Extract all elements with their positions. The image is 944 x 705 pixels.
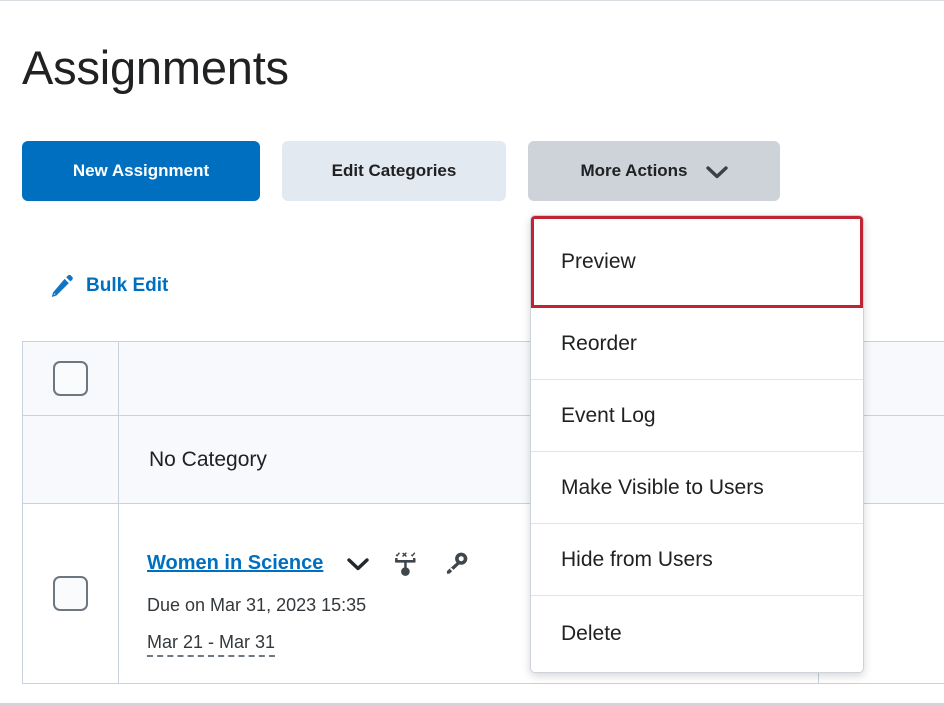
assignments-page: Assignments New Assignment Edit Categori…: [0, 0, 944, 705]
bulk-edit-link[interactable]: Bulk Edit: [48, 273, 168, 299]
menu-item-delete[interactable]: Delete: [531, 596, 863, 672]
menu-item-reorder[interactable]: Reorder: [531, 308, 863, 380]
pencil-edit-icon: [48, 273, 74, 299]
more-actions-label: More Actions: [580, 161, 688, 180]
more-actions-button[interactable]: More Actions: [528, 141, 780, 201]
menu-item-hide-from-users[interactable]: Hide from Users: [531, 524, 863, 596]
chevron-down-icon: [705, 164, 728, 179]
category-checkbox-cell: [22, 415, 119, 504]
select-all-checkbox[interactable]: [53, 361, 88, 396]
page-title: Assignments: [22, 41, 289, 95]
assignment-availability-range: Mar 21 - Mar 31: [147, 632, 276, 657]
assignment-context-menu-chevron-down-icon[interactable]: [347, 557, 370, 571]
row-checkbox[interactable]: [53, 576, 88, 611]
edit-categories-button[interactable]: Edit Categories: [282, 141, 506, 201]
new-assignment-button[interactable]: New Assignment: [22, 141, 260, 201]
select-all-cell: [22, 341, 119, 416]
bulk-edit-label: Bulk Edit: [86, 275, 169, 296]
menu-item-preview[interactable]: Preview: [531, 216, 863, 308]
toolbar: New Assignment Edit Categories More Acti…: [22, 141, 780, 201]
release-conditions-icon[interactable]: [393, 551, 419, 577]
more-actions-dropdown-menu: Preview Reorder Event Log Make Visible t…: [530, 215, 864, 673]
row-checkbox-cell: [22, 503, 119, 684]
assignment-title-link[interactable]: Women in Science: [147, 552, 323, 575]
menu-item-event-log[interactable]: Event Log: [531, 380, 863, 452]
key-icon[interactable]: [443, 551, 469, 577]
menu-item-make-visible-to-users[interactable]: Make Visible to Users: [531, 452, 863, 524]
